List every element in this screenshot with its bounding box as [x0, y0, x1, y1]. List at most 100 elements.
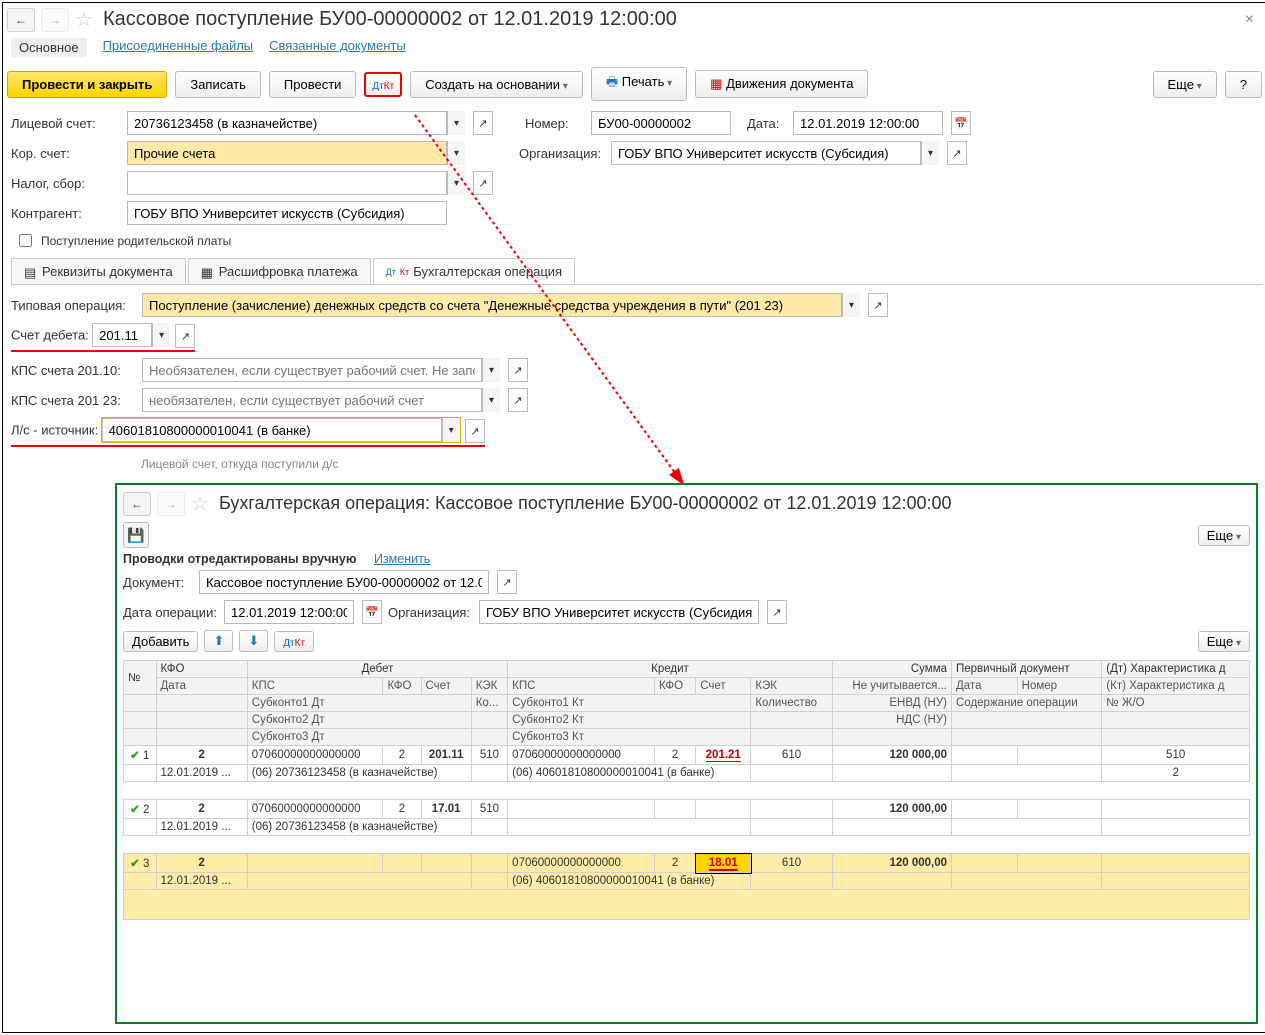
debit-input[interactable]: [92, 323, 152, 347]
kps1-dropdown[interactable]: ▾: [482, 358, 500, 382]
table-row-selected[interactable]: 12.01.2019 ... (06) 40601810800000010041…: [124, 873, 1250, 890]
tab-linked[interactable]: Связанные документы: [269, 38, 406, 57]
print-button[interactable]: 🖶 Печать: [591, 67, 687, 101]
calendar-icon[interactable]: 📅: [951, 111, 971, 135]
post-and-close-button[interactable]: Провести и закрыть: [7, 71, 167, 98]
kps2-label: КПС счета 201 23:: [11, 393, 136, 408]
typ-oper-input[interactable]: [142, 293, 842, 317]
org-label: Организация:: [519, 146, 605, 161]
movements-label: Движения документа: [726, 76, 853, 91]
child-back-button[interactable]: ←: [123, 492, 151, 516]
forward-button[interactable]: →: [41, 8, 69, 32]
th-debit: Дебет: [247, 661, 507, 678]
postings-table[interactable]: № КФО Дебет Кредит Сумма Первичный докум…: [123, 660, 1250, 920]
account-dropdown[interactable]: ▾: [447, 111, 465, 135]
src-open-icon[interactable]: ↗: [465, 419, 485, 443]
page-title: Кассовое поступление БУ00-00000002 от 12…: [103, 8, 677, 31]
child-more2-button[interactable]: Еще: [1198, 631, 1250, 652]
change-link[interactable]: Изменить: [374, 552, 430, 566]
child-org-open-icon[interactable]: ↗: [767, 600, 787, 624]
favorite-star-icon[interactable]: ☆: [75, 7, 93, 32]
table-row[interactable]: 12.01.2019 ... (06) 20736123458 (в казна…: [124, 765, 1250, 782]
kps1-open-icon[interactable]: ↗: [508, 358, 528, 382]
counter-input[interactable]: [127, 201, 447, 225]
th-kfo: КФО: [156, 661, 247, 678]
child-forward-button[interactable]: →: [157, 492, 185, 516]
table-row[interactable]: ✔ 1 2 07060000000000000 2 201.11 510 070…: [124, 746, 1250, 765]
movements-button[interactable]: ▦ Движения документа: [695, 70, 868, 98]
move-down-button[interactable]: ⬇: [239, 630, 268, 652]
kor-dropdown[interactable]: ▾: [447, 141, 465, 165]
check-icon: ✔: [130, 750, 140, 762]
add-button[interactable]: Добавить: [123, 631, 198, 652]
kps2-dropdown[interactable]: ▾: [482, 388, 500, 412]
tax-dropdown[interactable]: ▾: [447, 171, 465, 195]
child-more-button[interactable]: Еще: [1198, 525, 1250, 546]
kps2-open-icon[interactable]: ↗: [508, 388, 528, 412]
subtab-decode[interactable]: ▦Расшифровка платежа: [188, 258, 371, 284]
floppy-save-icon[interactable]: 💾: [123, 522, 149, 548]
src-hint: Лицевой счет, откуда поступили д/с: [141, 457, 1262, 471]
src-label: Л/с - источник:: [11, 423, 98, 438]
number-input[interactable]: [591, 111, 731, 135]
subtab-requisites[interactable]: ▤Реквизиты документа: [11, 258, 186, 284]
tax-open-icon[interactable]: ↗: [473, 171, 493, 195]
org-input[interactable]: [611, 141, 921, 165]
move-up-button[interactable]: ⬆: [204, 630, 233, 652]
org-dropdown[interactable]: ▾: [921, 141, 939, 165]
child-doc-open-icon[interactable]: ↗: [497, 570, 517, 594]
account-open-icon[interactable]: ↗: [473, 111, 493, 135]
table-row[interactable]: ✔ 2 2 07060000000000000 2 17.01 510 120 …: [124, 800, 1250, 819]
create-based-button[interactable]: Создать на основании: [410, 71, 583, 98]
src-input[interactable]: [102, 418, 442, 442]
table-row-selected[interactable]: ✔ 3 2 07060000000000000 2 18.01 610 120 …: [124, 854, 1250, 873]
check-icon: ✔: [130, 858, 140, 870]
src-dropdown[interactable]: ▾: [442, 418, 460, 442]
dt-icon: Дт: [386, 267, 396, 277]
tab-files[interactable]: Присоединенные файлы: [103, 38, 254, 57]
date-input[interactable]: [793, 111, 943, 135]
dtkt-button[interactable]: ДтКт: [364, 72, 402, 97]
kt-icon: Кт: [400, 267, 409, 277]
child-star-icon[interactable]: ☆: [191, 491, 209, 516]
date-label: Дата:: [747, 116, 787, 131]
kps1-label: КПС счета 201.10:: [11, 363, 136, 378]
typ-oper-open-icon[interactable]: ↗: [868, 293, 888, 317]
child-org-input[interactable]: [479, 600, 759, 624]
credit-account-editing[interactable]: 18.01: [709, 857, 738, 871]
debit-open-icon[interactable]: ↗: [175, 324, 195, 348]
th-sum: Сумма: [832, 661, 951, 678]
child-cal-icon[interactable]: 📅: [362, 600, 382, 624]
help-button[interactable]: ?: [1225, 71, 1262, 98]
account-label: Лицевой счет:: [11, 116, 121, 131]
back-button[interactable]: ←: [7, 8, 35, 32]
kor-label: Кор. счет:: [11, 146, 121, 161]
doc-icon: ▤: [24, 265, 38, 279]
th-n: №: [124, 661, 157, 695]
account-input[interactable]: [127, 111, 447, 135]
close-icon[interactable]: ×: [1237, 11, 1262, 29]
tax-input[interactable]: [127, 171, 447, 195]
child-org-label: Организация:: [388, 605, 473, 620]
credit-account-highlight: 201.21: [706, 749, 741, 762]
check-icon: ✔: [130, 804, 140, 816]
post-button[interactable]: Провести: [269, 71, 357, 98]
typ-oper-dropdown[interactable]: ▾: [842, 293, 860, 317]
table-icon: ▦: [201, 265, 215, 279]
kps1-input[interactable]: [142, 358, 482, 382]
org-open-icon[interactable]: ↗: [947, 141, 967, 165]
kor-input[interactable]: [127, 141, 447, 165]
parent-pay-checkbox[interactable]: [19, 234, 32, 247]
kps2-input[interactable]: [142, 388, 482, 412]
subtab-operation[interactable]: ДтКтБухгалтерская операция: [373, 258, 575, 284]
child-doc-label: Документ:: [123, 575, 193, 590]
save-button[interactable]: Записать: [175, 71, 261, 98]
more-button[interactable]: Еще: [1153, 71, 1217, 98]
child-opdate-label: Дата операции:: [123, 605, 218, 620]
child-dtkt-button[interactable]: ДтКт: [274, 631, 314, 652]
tab-main[interactable]: Основное: [11, 38, 87, 57]
child-doc-input[interactable]: [199, 570, 489, 594]
debit-dropdown[interactable]: ▾: [152, 323, 170, 347]
child-opdate-input[interactable]: [224, 600, 354, 624]
table-row[interactable]: 12.01.2019 ... (06) 20736123458 (в казна…: [124, 819, 1250, 836]
